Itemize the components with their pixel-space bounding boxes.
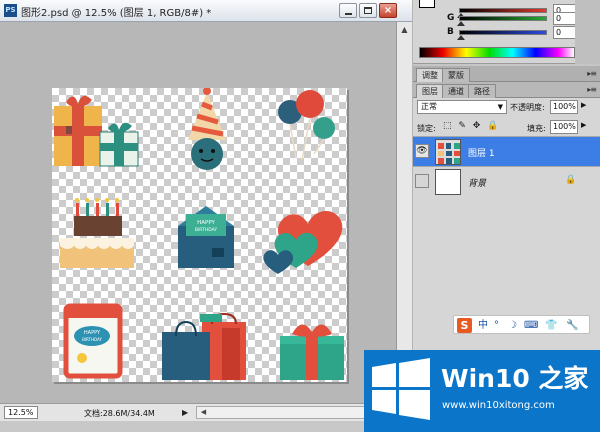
blue-slider-thumb[interactable] (457, 35, 465, 40)
maximize-button[interactable] (359, 3, 377, 18)
minimize-icon (345, 13, 352, 15)
shopping-bags-icon (162, 312, 246, 380)
bubble-text-happy: HAPPY (84, 330, 101, 336)
panel-dock-strip (575, 0, 600, 64)
color-spectrum-bar[interactable] (419, 47, 575, 58)
ime-tools-icon[interactable]: 🔧 (566, 318, 578, 333)
opacity-label: 不透明度: (510, 103, 545, 112)
ime-moon-icon[interactable]: ☽ (508, 318, 517, 333)
tab-masks[interactable]: 蒙版 (442, 68, 470, 82)
photoshop-icon: PS (4, 4, 17, 17)
layer-row-background[interactable]: 背景 🔒 (413, 166, 600, 196)
zoom-input[interactable]: 12.5% (4, 406, 38, 419)
image-canvas[interactable]: HAPPY BIRTHDAY HAPPY BIRTHDAY (52, 88, 347, 382)
tablet-birthday-icon: HAPPY BIRTHDAY (63, 303, 123, 379)
blue-slider-track[interactable] (459, 30, 547, 35)
document-titlebar[interactable]: PS 图形2.psd @ 12.5% (图层 1, RGB/8#) * × (0, 0, 412, 22)
ime-toolbar[interactable]: S 中 ° ☽ ⌨ 👕 🔧 (453, 315, 590, 334)
gift-boxes-icon (54, 95, 139, 167)
card-text-happy: HAPPY (197, 220, 215, 226)
vertical-scrollbar[interactable]: ▲ ▼ (396, 22, 412, 403)
party-hat-icon (188, 88, 226, 170)
window-bottom-edge (0, 421, 412, 432)
windows-logo-icon (372, 358, 430, 420)
tab-paths[interactable]: 路径 (468, 84, 496, 98)
bubble-text-birthday: BIRTHDAY (82, 337, 102, 342)
scroll-up-icon[interactable]: ▲ (399, 24, 410, 35)
layer-name: 图层 1 (468, 149, 495, 159)
birthday-card-icon: HAPPY BIRTHDAY (178, 206, 234, 268)
fill-label: 填充: (527, 124, 546, 133)
birthday-cake-icon (60, 198, 134, 268)
ime-chinese-mode[interactable]: 中 (478, 318, 488, 333)
lock-options-icons[interactable]: ⬚ ✎ ✥ 🔒 (443, 121, 500, 131)
background-thumbnail (435, 169, 461, 195)
visibility-eye-icon[interactable]: 👁 (415, 144, 429, 158)
canvas-artwork: HAPPY BIRTHDAY HAPPY BIRTHDAY (54, 88, 344, 380)
adjust-panel-tabs: 调整 蒙版 ▸≡ (413, 66, 600, 82)
blend-mode-select[interactable]: 正常 ▼ (417, 100, 507, 114)
blue-channel-label: B (447, 27, 454, 37)
card-text-birthday: BIRTHDAY (195, 227, 217, 233)
document-window: PS 图形2.psd @ 12.5% (图层 1, RGB/8#) * × HA… (0, 0, 412, 432)
app-root: PS 图形2.psd @ 12.5% (图层 1, RGB/8#) * × HA… (0, 0, 600, 432)
tab-adjustments[interactable]: 调整 (416, 68, 444, 82)
blend-mode-value: 正常 (421, 102, 437, 111)
hearts-icon (263, 210, 343, 274)
scroll-left-icon[interactable]: ◀ (198, 407, 209, 418)
layer-row-layer1[interactable]: 👁 图层 1 (413, 136, 600, 166)
maximize-icon (364, 7, 372, 14)
layer-name: 背景 (468, 179, 487, 189)
canvas-viewport[interactable]: HAPPY BIRTHDAY HAPPY BIRTHDAY (0, 22, 396, 403)
opacity-input[interactable]: 100% (550, 100, 578, 114)
watermark-url: www.win10xitong.com (442, 400, 555, 411)
gift-box-icon (280, 324, 344, 380)
balloons-icon (278, 90, 335, 161)
visibility-empty-icon[interactable] (415, 174, 429, 188)
close-button[interactable]: × (379, 3, 397, 18)
tab-channels[interactable]: 通道 (442, 84, 470, 98)
ime-keyboard-icon[interactable]: ⌨ (524, 318, 538, 333)
document-size-info: 文档:28.6M/34.4M (84, 409, 155, 418)
close-icon: × (383, 5, 393, 16)
chevron-down-icon: ▼ (497, 103, 503, 111)
lock-label: 锁定: (417, 124, 436, 133)
tab-layers[interactable]: 图层 (416, 84, 444, 98)
sogou-logo-icon[interactable]: S (457, 318, 472, 333)
fill-input[interactable]: 100% (550, 120, 578, 134)
status-menu-arrow-icon[interactable]: ▶ (182, 407, 191, 418)
document-title: 图形2.psd @ 12.5% (图层 1, RGB/8#) * (21, 8, 212, 19)
ime-skin-icon[interactable]: 👕 (545, 318, 557, 333)
win10-watermark: Win10 之家 www.win10xitong.com (364, 350, 600, 432)
opacity-arrow-icon[interactable]: ▶ (581, 101, 586, 109)
minimize-button[interactable] (339, 3, 357, 18)
layers-menu-icon[interactable]: ▸≡ (587, 85, 597, 94)
ime-punctuation-icon[interactable]: ° (494, 318, 499, 333)
layer-thumbnail (435, 139, 461, 165)
layers-panel-tabs: 图层 通道 路径 ▸≡ (413, 82, 600, 98)
fill-arrow-icon[interactable]: ▶ (581, 121, 586, 129)
color-panel: 0 G 0 B 0 (413, 0, 600, 64)
watermark-title: Win10 之家 (441, 364, 589, 393)
status-bar: 12.5% 文档:28.6M/34.4M ▶ ◀ ▶ (0, 403, 412, 421)
lock-icon: 🔒 (565, 175, 577, 185)
green-channel-label: G (447, 13, 455, 23)
green-slider-track[interactable] (459, 16, 547, 21)
panel-menu-icon[interactable]: ▸≡ (587, 69, 597, 78)
